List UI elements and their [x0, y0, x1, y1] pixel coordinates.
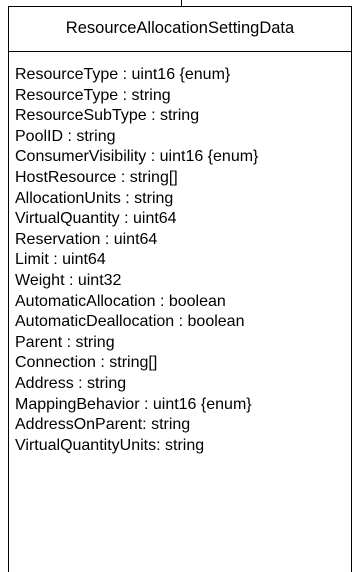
attribute-automatic-allocation: AutomaticAllocation : boolean — [15, 292, 226, 310]
attribute-consumer-visibility: ConsumerVisibility : uint16 {enum} — [15, 148, 259, 166]
attribute-host-resource: HostResource : string[] — [15, 168, 178, 186]
attribute-limit: Limit : uint64 — [15, 251, 106, 269]
attribute-resource-type-enum: ResourceType : uint16 {enum} — [15, 66, 231, 83]
attribute-weight: Weight : uint32 — [15, 271, 122, 289]
attribute-address: Address : string — [15, 374, 127, 392]
class-name: ResourceAllocationSettingData — [9, 7, 351, 52]
uml-class-box: ResourceAllocationSettingData ResourceTy… — [8, 6, 352, 572]
attribute-list: ResourceType : uint16 {enum} ResourceTyp… — [9, 52, 351, 456]
attribute-allocation-units: AllocationUnits : string — [15, 189, 174, 207]
attribute-address-on-parent: AddressOnParent: string — [15, 416, 191, 434]
attribute-reservation: Reservation : uint64 — [15, 230, 158, 248]
attribute-mapping-behavior: MappingBehavior : uint16 {enum} — [15, 395, 252, 413]
attribute-virtual-quantity: VirtualQuantity : uint64 — [15, 210, 177, 228]
attribute-connection: Connection : string[] — [15, 354, 158, 372]
attribute-pool-id: PoolID : string — [15, 127, 116, 145]
attribute-automatic-deallocation: AutomaticDeallocation : boolean — [15, 313, 245, 331]
attribute-parent: Parent : string — [15, 333, 115, 351]
attribute-resource-sub-type: ResourceSubType : string — [15, 107, 200, 125]
attribute-resource-type-string: ResourceType : string — [15, 86, 171, 104]
attribute-virtual-quantity-units: VirtualQuantityUnits: string — [15, 436, 205, 454]
